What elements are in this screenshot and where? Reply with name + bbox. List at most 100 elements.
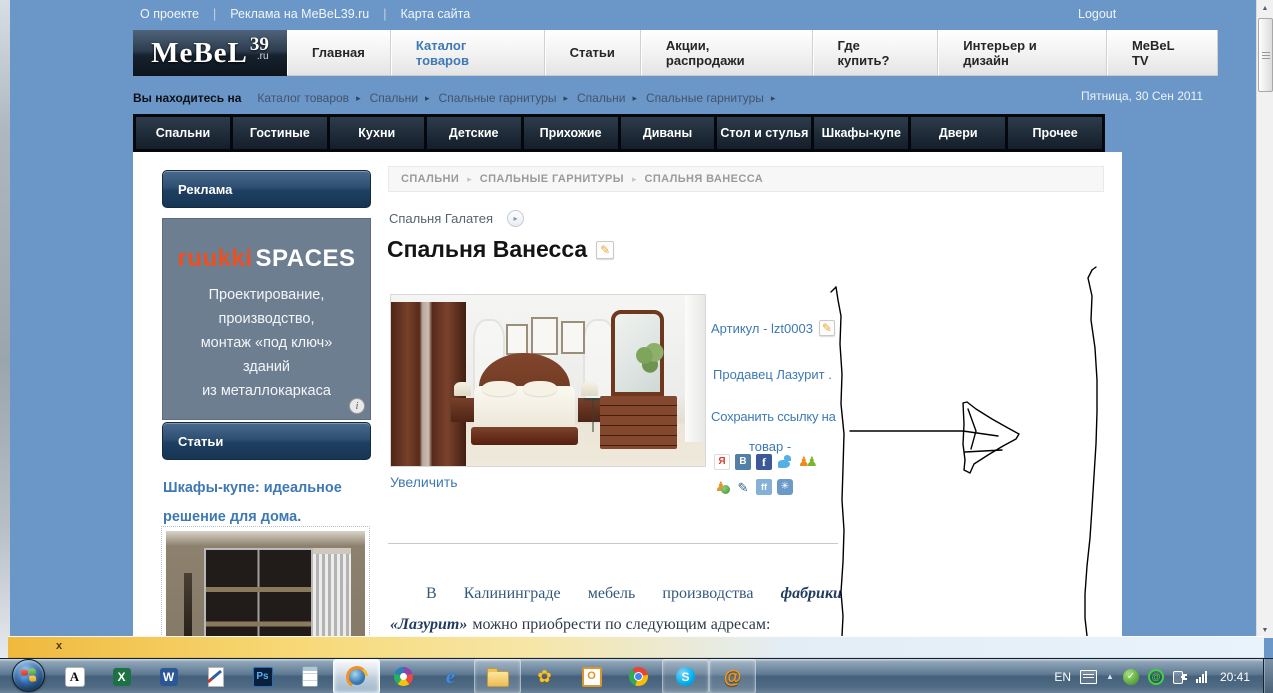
- mailru-agent-tray-icon[interactable]: @: [1147, 668, 1164, 685]
- main-nav-item[interactable]: Интерьер и дизайн: [938, 30, 1107, 75]
- pillow: [522, 380, 558, 396]
- bedside-lamp: [453, 382, 472, 396]
- hidden-icons-arrow[interactable]: [1106, 672, 1114, 681]
- skype-icon[interactable]: S: [662, 659, 709, 693]
- breadcrumb-link[interactable]: Спальные гарнитуры: [646, 91, 764, 105]
- breadcrumb-link[interactable]: Спальни: [370, 91, 418, 105]
- category-nav-item[interactable]: Спальни: [136, 117, 230, 149]
- show-desktop-button[interactable]: [1263, 659, 1273, 693]
- category-nav-item[interactable]: Прочее: [1008, 117, 1103, 149]
- close-icon[interactable]: x: [56, 640, 62, 652]
- edit-icon[interactable]: [818, 320, 835, 336]
- excel-icon[interactable]: X: [98, 659, 145, 693]
- share-icons-row2: ✎ ff ✳: [714, 479, 793, 495]
- breadcrumb-link[interactable]: СПАЛЬНИ: [401, 173, 459, 185]
- calculator-icon[interactable]: [286, 659, 333, 693]
- category-nav-item[interactable]: Диваны: [620, 117, 715, 149]
- wordpad-icon[interactable]: [192, 659, 239, 693]
- yandex-bookmarks-icon[interactable]: Я: [714, 454, 730, 470]
- chevron-right-icon: [356, 93, 361, 104]
- top-link[interactable]: Реклама на MeBeL39.ru: [230, 7, 369, 21]
- friendfeed-icon[interactable]: ff: [756, 479, 772, 495]
- paragraph-line2: «Лазурит» можно приобрести по следующим а…: [390, 616, 842, 634]
- twitter-icon[interactable]: [777, 454, 793, 470]
- explorer-icon[interactable]: [474, 659, 521, 693]
- facebook-icon[interactable]: f: [756, 454, 772, 470]
- top-links-bar: |О проекте|Реклама на MeBeL39.ru|Карта с…: [140, 7, 470, 21]
- category-nav-item[interactable]: Стол и стулья: [717, 117, 812, 149]
- category-nav-item[interactable]: Гостиные: [232, 117, 327, 149]
- breadcrumb-link[interactable]: Спальные гарнитуры: [439, 91, 557, 105]
- breadcrumb-link[interactable]: СПАЛЬНЫЕ ГАРНИТУРЫ: [480, 173, 624, 185]
- scroll-up-button[interactable]: [1257, 0, 1273, 16]
- moymir-icon[interactable]: [714, 479, 730, 495]
- bobrdobr-icon[interactable]: [798, 454, 818, 470]
- antivirus-status-icon[interactable]: [1122, 668, 1139, 685]
- main-nav-item[interactable]: Статьи: [545, 30, 641, 75]
- word-icon[interactable]: W: [145, 659, 192, 693]
- vertical-scrollbar[interactable]: [1256, 0, 1273, 638]
- main-nav-item[interactable]: Где купить?: [813, 30, 939, 75]
- chevron-right-icon: [467, 174, 472, 185]
- category-nav-item[interactable]: Шкафы-купе: [814, 117, 909, 149]
- word: Калининграде: [463, 585, 561, 602]
- breadcrumb-link[interactable]: Спальни: [577, 91, 625, 105]
- chrome-icon[interactable]: [615, 659, 662, 693]
- sku-label[interactable]: Артикул - lzt0003: [711, 321, 813, 336]
- keyboard-layout-icon[interactable]: [1080, 669, 1098, 684]
- picasa-icon[interactable]: [380, 659, 427, 693]
- paragraph-line1: В Калининграде мебель производства фабрики: [390, 585, 842, 603]
- site-logo[interactable]: MeBeL 39 .ru: [133, 30, 287, 76]
- main-nav-item[interactable]: Каталог товаров: [391, 30, 545, 75]
- breadcrumb-link[interactable]: Каталог товаров: [257, 91, 349, 105]
- wall-picture: [530, 317, 559, 356]
- photoshop-icon[interactable]: Ps: [239, 659, 286, 693]
- chevron-right-icon: [771, 93, 776, 104]
- category-nav-item[interactable]: Детские: [426, 117, 521, 149]
- logout-link[interactable]: Logout: [1078, 7, 1116, 21]
- location-bar: Вы находитесь на Каталог товаров Спальни С…: [133, 88, 1203, 108]
- start-button[interactable]: [12, 659, 45, 692]
- ad-info-icon[interactable]: i: [349, 398, 365, 414]
- mailru-agent-icon[interactable]: @: [709, 659, 756, 693]
- site-header: MeBeL 39 .ru Главная Каталог товаров Стать…: [133, 30, 1219, 76]
- save-link-label2: товар -: [749, 439, 792, 454]
- icq-icon[interactable]: ✿: [521, 659, 568, 693]
- main-nav-item[interactable]: Акции, распродажи: [641, 30, 813, 75]
- edit-icon[interactable]: [596, 240, 615, 259]
- main-nav-item[interactable]: MeBeL TV: [1107, 30, 1219, 75]
- scrollbar-thumb[interactable]: [1258, 18, 1273, 92]
- ie-icon[interactable]: e: [427, 659, 474, 693]
- product-photo[interactable]: [390, 294, 706, 467]
- floor-lamp: [183, 573, 192, 637]
- article-link[interactable]: Шкафы-купе: идеальное решение для дома.: [163, 474, 368, 532]
- category-nav-item[interactable]: Прихожие: [523, 117, 618, 149]
- category-nav-item[interactable]: Кухни: [329, 117, 424, 149]
- arrow-right-circle-icon[interactable]: [507, 210, 524, 227]
- main-nav-item[interactable]: Главная: [287, 30, 391, 75]
- language-indicator[interactable]: EN: [1054, 670, 1071, 684]
- separator: |: [212, 7, 217, 21]
- top-link[interactable]: О проекте: [140, 7, 199, 21]
- seller-link[interactable]: Продавец Лазурит .: [713, 367, 832, 382]
- livejournal-icon[interactable]: ✎: [735, 479, 751, 495]
- logo-word: MeBeL: [151, 36, 248, 69]
- clock[interactable]: 20:41: [1220, 670, 1250, 684]
- vkontakte-icon[interactable]: В: [735, 454, 751, 470]
- ruukki-ad-banner[interactable]: ruukki SPACES Проектирование, производство…: [162, 218, 371, 420]
- power-plug-icon[interactable]: [1172, 669, 1187, 684]
- letter-a-app-icon[interactable]: A: [51, 659, 98, 693]
- category-nav-item[interactable]: Двери: [911, 117, 1006, 149]
- description-paragraph: В Калининграде мебель производства фабрики …: [390, 585, 842, 634]
- firefox-icon[interactable]: [333, 659, 380, 693]
- article-thumbnail[interactable]: [161, 526, 370, 637]
- breadcrumb-link[interactable]: СПАЛЬНЯ ВАНЕССА: [644, 173, 763, 185]
- location-prefix: Вы находитесь на: [133, 91, 242, 105]
- prev-product-link[interactable]: Спальня Галатея: [389, 211, 493, 226]
- top-link[interactable]: Карта сайта: [401, 7, 471, 21]
- network-signal-icon[interactable]: [1195, 670, 1207, 683]
- outlook-icon[interactable]: O: [568, 659, 615, 693]
- logo-suffix: 39 .ru: [249, 34, 269, 62]
- enlarge-link[interactable]: Увеличить: [390, 474, 458, 490]
- liveinternet-icon[interactable]: ✳: [777, 479, 793, 495]
